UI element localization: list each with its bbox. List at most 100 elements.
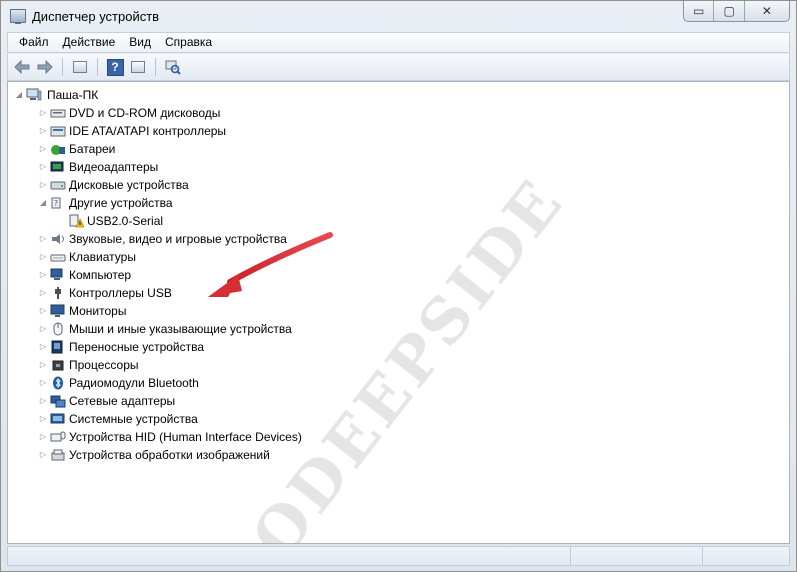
bluetooth-icon [53, 376, 63, 390]
tree-category[interactable]: ▷ Радиомодули Bluetooth [8, 374, 789, 392]
tree-device-label: USB2.0-Serial [87, 214, 164, 228]
expand-arrow-icon[interactable]: ▷ [38, 176, 48, 194]
status-cell-tertiary [703, 547, 789, 565]
device-manager-window: Диспетчер устройств ▭ ▢ ✕ Файл Действие … [0, 0, 797, 572]
expand-arrow-icon[interactable]: ▷ [38, 446, 48, 464]
tree-category[interactable]: ▷ Устройства HID (Human Interface Devices… [8, 428, 789, 446]
tree-category-label: Переносные устройства [69, 340, 205, 354]
tree-category-label: Системные устройства [69, 412, 198, 426]
maximize-icon: ▢ [723, 4, 735, 18]
processor-icon [52, 360, 64, 371]
tree-category-label: Компьютер [69, 268, 132, 282]
menu-view[interactable]: Вид [122, 33, 158, 52]
minimize-button[interactable]: ▭ [684, 1, 715, 21]
tree-category-label: Устройства обработки изображений [69, 448, 270, 462]
expand-arrow-icon[interactable]: ▷ [38, 158, 48, 176]
close-icon: ✕ [761, 4, 772, 18]
status-bar [7, 546, 790, 566]
tree-category[interactable]: ▷ Сетевые адаптеры [8, 392, 789, 410]
back-icon [14, 60, 30, 74]
scan-hardware-icon [165, 60, 181, 75]
expand-arrow-icon[interactable]: ▷ [38, 266, 48, 284]
back-button[interactable] [12, 57, 32, 77]
menu-file[interactable]: Файл [12, 33, 56, 52]
toolbar-separator [62, 58, 63, 76]
tree-category[interactable]: ◢? Другие устройства [8, 194, 789, 212]
collapse-arrow-icon[interactable]: ◢ [14, 86, 24, 104]
tree-category[interactable]: ▷ Процессоры [8, 356, 789, 374]
system-devices-icon [50, 413, 65, 424]
tree-category[interactable]: ▷ Переносные устройства [8, 338, 789, 356]
expand-arrow-icon[interactable]: ▷ [38, 356, 48, 374]
tree-category[interactable]: ▷ Контроллеры USB [8, 284, 789, 302]
tree-category-label: Дисковые устройства [69, 178, 189, 192]
other-devices-icon: ? [51, 197, 61, 209]
mouse-icon [53, 322, 63, 336]
menu-bar: Файл Действие Вид Справка [7, 32, 790, 53]
update-driver-icon [131, 61, 145, 73]
tree-device[interactable]: USB2.0-Serial [8, 212, 789, 230]
unknown-device-warning-icon [69, 214, 84, 228]
usb-icon [55, 287, 61, 299]
toolbar: ? [7, 54, 790, 81]
monitor-icon [50, 304, 65, 317]
expand-arrow-icon[interactable]: ▷ [38, 104, 48, 122]
scan-hardware-button[interactable] [163, 57, 183, 77]
expand-arrow-icon[interactable]: ▷ [38, 374, 48, 392]
tree-category[interactable]: ▷ Звуковые, видео и игровые устройства [8, 230, 789, 248]
tree-category-label: DVD и CD-ROM дисководы [69, 106, 221, 120]
tree-category-label: Видеоадаптеры [69, 160, 159, 174]
forward-button[interactable] [35, 57, 55, 77]
help-button[interactable]: ? [105, 57, 125, 77]
expand-arrow-icon[interactable]: ▷ [38, 122, 48, 140]
tree-category[interactable]: ▷ Устройства обработки изображений [8, 446, 789, 464]
properties-icon [73, 61, 87, 73]
properties-button[interactable] [70, 57, 90, 77]
update-driver-button[interactable] [128, 57, 148, 77]
tree-category[interactable]: ▷ Видеоадаптеры [8, 158, 789, 176]
tree-category[interactable]: ▷ DVD и CD-ROM дисководы [8, 104, 789, 122]
tree-root[interactable]: ◢ Паша-ПК [8, 86, 789, 104]
tree-category[interactable]: ▷ Системные устройства [8, 410, 789, 428]
tree-category[interactable]: ▷ Мониторы [8, 302, 789, 320]
tree-category-label: IDE ATA/ATAPI контроллеры [69, 124, 227, 138]
title-bar[interactable]: Диспетчер устройств ▭ ▢ ✕ [1, 1, 796, 31]
tree-category[interactable]: ▷ Мыши и иные указывающие устройства [8, 320, 789, 338]
ide-controller-icon [50, 126, 66, 137]
tree-category[interactable]: ▷ Дисковые устройства [8, 176, 789, 194]
tree-category-label: Мыши и иные указывающие устройства [69, 322, 292, 336]
expand-arrow-icon[interactable]: ▷ [38, 284, 48, 302]
expand-arrow-icon[interactable]: ▷ [38, 230, 48, 248]
expand-arrow-icon[interactable]: ▷ [38, 338, 48, 356]
menu-action[interactable]: Действие [56, 33, 123, 52]
category-list: ▷ DVD и CD-ROM дисководы ▷ IDE ATA/ATAPI ко… [8, 104, 789, 464]
maximize-button[interactable]: ▢ [714, 1, 745, 21]
svg-text:?: ? [54, 199, 58, 208]
tree-category-label: Радиомодули Bluetooth [69, 376, 199, 390]
tree-category-label: Другие устройства [69, 196, 173, 210]
tree-category[interactable]: ▷ Компьютер [8, 266, 789, 284]
device-tree-panel[interactable]: ◢ Паша-ПК ▷ DVD и CD-ROM дисководы ▷ IDE AT… [7, 81, 790, 544]
tree-category-label: Процессоры [69, 358, 139, 372]
tree-category-label: Звуковые, видео и игровые устройства [69, 232, 287, 246]
expand-arrow-icon[interactable]: ▷ [38, 410, 48, 428]
expand-arrow-icon[interactable]: ▷ [38, 392, 48, 410]
expand-arrow-icon[interactable]: ▷ [38, 248, 48, 266]
portable-device-icon [51, 340, 63, 354]
tree-category[interactable]: ▷ Клавиатуры [8, 248, 789, 266]
expand-arrow-icon[interactable]: ▷ [38, 320, 48, 338]
disk-drive-icon [50, 181, 66, 190]
expand-arrow-icon[interactable]: ▷ [38, 140, 48, 158]
tree-category[interactable]: ▷ IDE ATA/ATAPI контроллеры [8, 122, 789, 140]
collapse-arrow-icon[interactable]: ◢ [38, 194, 48, 212]
computer-icon [50, 268, 63, 280]
tree-root-label: Паша-ПК [47, 88, 99, 102]
menu-help[interactable]: Справка [158, 33, 219, 52]
speaker-icon [52, 234, 64, 244]
expand-arrow-icon[interactable]: ▷ [38, 302, 48, 320]
close-button[interactable]: ✕ [745, 1, 789, 21]
forward-icon [37, 60, 53, 74]
tree-category[interactable]: ▷ Батареи [8, 140, 789, 158]
hid-icon [50, 431, 66, 442]
expand-arrow-icon[interactable]: ▷ [38, 428, 48, 446]
